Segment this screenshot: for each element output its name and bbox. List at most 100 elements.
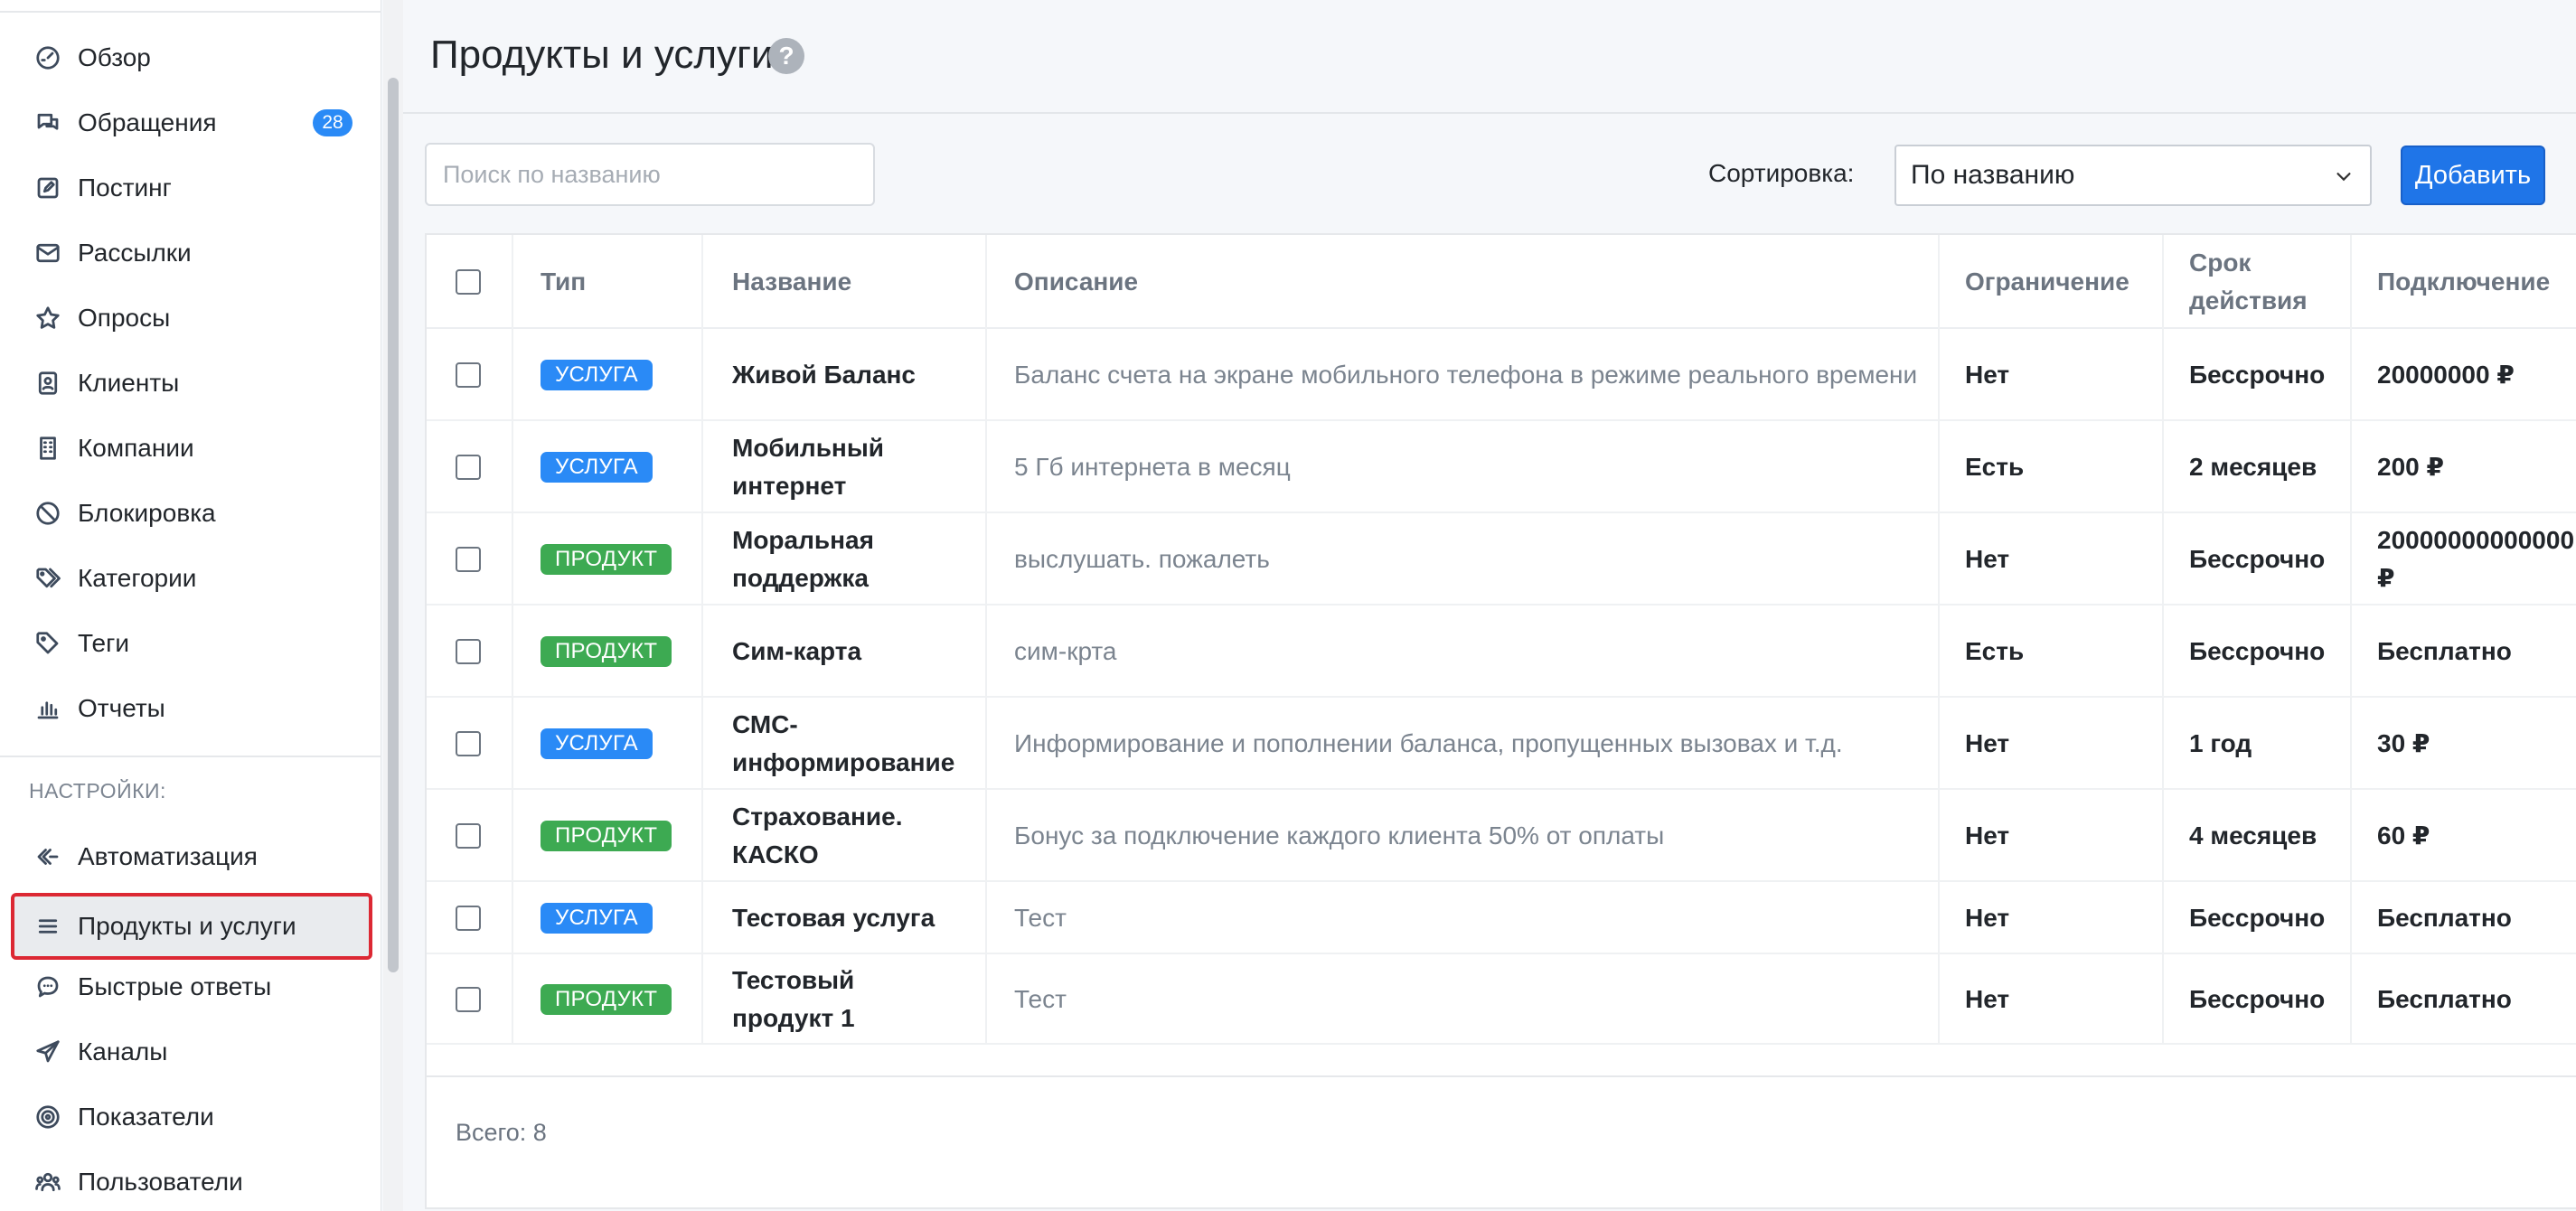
sidebar-item-quick-replies[interactable]: Быстрые ответы bbox=[13, 960, 369, 1014]
product-connection-price: 20000000 ₽ bbox=[2377, 361, 2515, 389]
row-checkbox[interactable] bbox=[456, 455, 481, 480]
table-row[interactable]: УСЛУГА Тестовая услуга Тест Нет Бессрочн… bbox=[427, 882, 2576, 954]
row-checkbox[interactable] bbox=[456, 547, 481, 572]
table-header: Тип Название Описание Ограничение Срок д… bbox=[427, 235, 2576, 329]
product-connection-price: 20000000000000 ₽ bbox=[2377, 526, 2575, 592]
product-description: 5 Гб интернета в месяц bbox=[1014, 453, 1291, 481]
sidebar-item-label: Блокировка bbox=[78, 499, 216, 527]
product-name[interactable]: Тестовый продукт 1 bbox=[732, 962, 913, 1037]
row-checkbox[interactable] bbox=[456, 731, 481, 756]
users-icon bbox=[33, 1167, 63, 1197]
sidebar-item-tags[interactable]: Теги bbox=[13, 616, 369, 671]
chevron-down-icon bbox=[2336, 173, 2351, 182]
product-name[interactable]: Сим-карта bbox=[732, 633, 994, 671]
page-header: Продукты и услуги ? bbox=[403, 0, 2576, 114]
table-row[interactable]: ПРОДУКТ Сим-карта сим-крта Есть Бессрочн… bbox=[427, 606, 2576, 698]
settings-section-title: НАСТРОЙКИ: bbox=[29, 779, 166, 803]
row-checkbox[interactable] bbox=[456, 362, 481, 388]
product-name[interactable]: Моральная поддержка bbox=[732, 521, 913, 597]
table-row[interactable]: УСЛУГА СМС-информирование Информирование… bbox=[427, 698, 2576, 790]
sidebar-item-reports[interactable]: Отчеты bbox=[13, 681, 369, 736]
product-description: выслушать. пожалеть bbox=[1014, 545, 1270, 573]
product-term: 4 месяцев bbox=[2189, 821, 2317, 850]
sidebar-item-categories[interactable]: Категории bbox=[13, 551, 369, 606]
table-row[interactable]: УСЛУГА Мобильный интернет 5 Гб интернета… bbox=[427, 421, 2576, 513]
scrollbar-thumb[interactable] bbox=[388, 78, 399, 972]
requests-count-badge: 28 bbox=[313, 109, 353, 136]
contact-book-icon bbox=[33, 368, 63, 399]
target-icon bbox=[33, 1102, 63, 1132]
table-row[interactable]: ПРОДУКТ Тестовый продукт 1 Тест Нет Бесс… bbox=[427, 954, 2576, 1045]
help-icon[interactable]: ? bbox=[768, 38, 804, 74]
product-name[interactable]: СМС-информирование bbox=[732, 706, 967, 782]
product-limit: Есть bbox=[1965, 637, 2025, 665]
sidebar-item-posting[interactable]: Постинг bbox=[13, 161, 369, 215]
column-header-limit[interactable]: Ограничение bbox=[1965, 263, 2129, 301]
sidebar-item-products-services[interactable]: Продукты и услуги bbox=[11, 893, 372, 960]
product-limit: Нет bbox=[1965, 361, 2010, 389]
product-description: Тест bbox=[1014, 904, 1067, 932]
sidebar-item-overview[interactable]: Обзор bbox=[13, 31, 369, 85]
search-input[interactable] bbox=[425, 143, 875, 206]
product-term: Бессрочно bbox=[2189, 545, 2326, 573]
star-icon bbox=[33, 303, 63, 333]
sidebar-item-mailings[interactable]: Рассылки bbox=[13, 226, 369, 280]
sidebar-item-metrics[interactable]: Показатели bbox=[13, 1090, 369, 1144]
building-icon bbox=[33, 433, 63, 464]
row-checkbox[interactable] bbox=[456, 823, 481, 849]
sort-select-value: По названию bbox=[1911, 160, 2075, 190]
product-name[interactable]: Живой Баланс bbox=[732, 356, 994, 394]
column-header-type[interactable]: Тип bbox=[541, 263, 586, 301]
sidebar-item-requests[interactable]: Обращения 28 bbox=[13, 96, 369, 150]
row-checkbox[interactable] bbox=[456, 987, 481, 1012]
product-name[interactable]: Страхование. КАСКО bbox=[732, 798, 940, 874]
type-badge-service: УСЛУГА bbox=[541, 360, 653, 390]
main-content: Продукты и услуги ? Сортировка: По назва… bbox=[403, 0, 2576, 1211]
type-badge-product: ПРОДУКТ bbox=[541, 821, 672, 851]
sidebar-item-users[interactable]: Пользователи bbox=[13, 1155, 369, 1209]
type-badge-service: УСЛУГА bbox=[541, 728, 653, 759]
sidebar-item-label: Автоматизация bbox=[78, 842, 258, 870]
row-checkbox[interactable] bbox=[456, 639, 481, 664]
product-connection-price: 60 ₽ bbox=[2377, 821, 2430, 850]
table-row[interactable]: УСЛУГА Живой Баланс Баланс счета на экра… bbox=[427, 329, 2576, 421]
type-badge-service: УСЛУГА bbox=[541, 452, 653, 483]
sidebar-item-label: Пользователи bbox=[78, 1168, 243, 1196]
sort-select[interactable]: По названию bbox=[1894, 145, 2372, 206]
column-header-description[interactable]: Описание bbox=[1014, 263, 1138, 301]
row-checkbox[interactable] bbox=[456, 906, 481, 931]
table-row[interactable]: ПРОДУКТ Моральная поддержка выслушать. п… bbox=[427, 513, 2576, 606]
dashboard-icon bbox=[33, 42, 63, 73]
product-term: 2 месяцев bbox=[2189, 453, 2317, 481]
sidebar-item-label: Компании bbox=[78, 434, 194, 462]
sidebar-item-automation[interactable]: Автоматизация bbox=[13, 830, 369, 884]
sort-label: Сортировка: bbox=[1708, 159, 1855, 187]
column-header-name[interactable]: Название bbox=[732, 263, 851, 301]
sidebar-item-companies[interactable]: Компании bbox=[13, 421, 369, 475]
product-description: Тест bbox=[1014, 985, 1067, 1013]
table-row[interactable]: ПРОДУКТ Страхование. КАСКО Бонус за подк… bbox=[427, 790, 2576, 882]
product-name[interactable]: Мобильный интернет bbox=[732, 429, 913, 505]
product-description: сим-крта bbox=[1014, 637, 1117, 665]
product-description: Бонус за подключение каждого клиента 50%… bbox=[1014, 821, 1665, 850]
product-limit: Нет bbox=[1965, 545, 2010, 573]
bar-chart-icon bbox=[33, 693, 63, 724]
column-header-term[interactable]: Срок действия bbox=[2189, 244, 2334, 320]
sidebar-scrollbar[interactable] bbox=[383, 0, 403, 1211]
sidebar-item-polls[interactable]: Опросы bbox=[13, 291, 369, 345]
sidebar-item-channels[interactable]: Каналы bbox=[13, 1025, 369, 1079]
sidebar-divider bbox=[0, 756, 381, 757]
sidebar-item-label: Обзор bbox=[78, 43, 151, 71]
sidebar-item-label: Постинг bbox=[78, 174, 172, 202]
sidebar-item-blocking[interactable]: Блокировка bbox=[13, 486, 369, 540]
type-badge-product: ПРОДУКТ bbox=[541, 984, 672, 1015]
product-term: 1 год bbox=[2189, 729, 2252, 757]
column-header-connection[interactable]: Подключение bbox=[2377, 263, 2550, 301]
sidebar-item-clients[interactable]: Клиенты bbox=[13, 356, 369, 410]
product-name[interactable]: Тестовая услуга bbox=[732, 899, 994, 937]
add-button[interactable]: Добавить bbox=[2401, 146, 2545, 205]
sidebar-item-label: Рассылки bbox=[78, 239, 192, 267]
sidebar-item-label: Показатели bbox=[78, 1103, 214, 1131]
select-all-checkbox[interactable] bbox=[456, 269, 481, 295]
sidebar-item-label: Клиенты bbox=[78, 369, 180, 397]
